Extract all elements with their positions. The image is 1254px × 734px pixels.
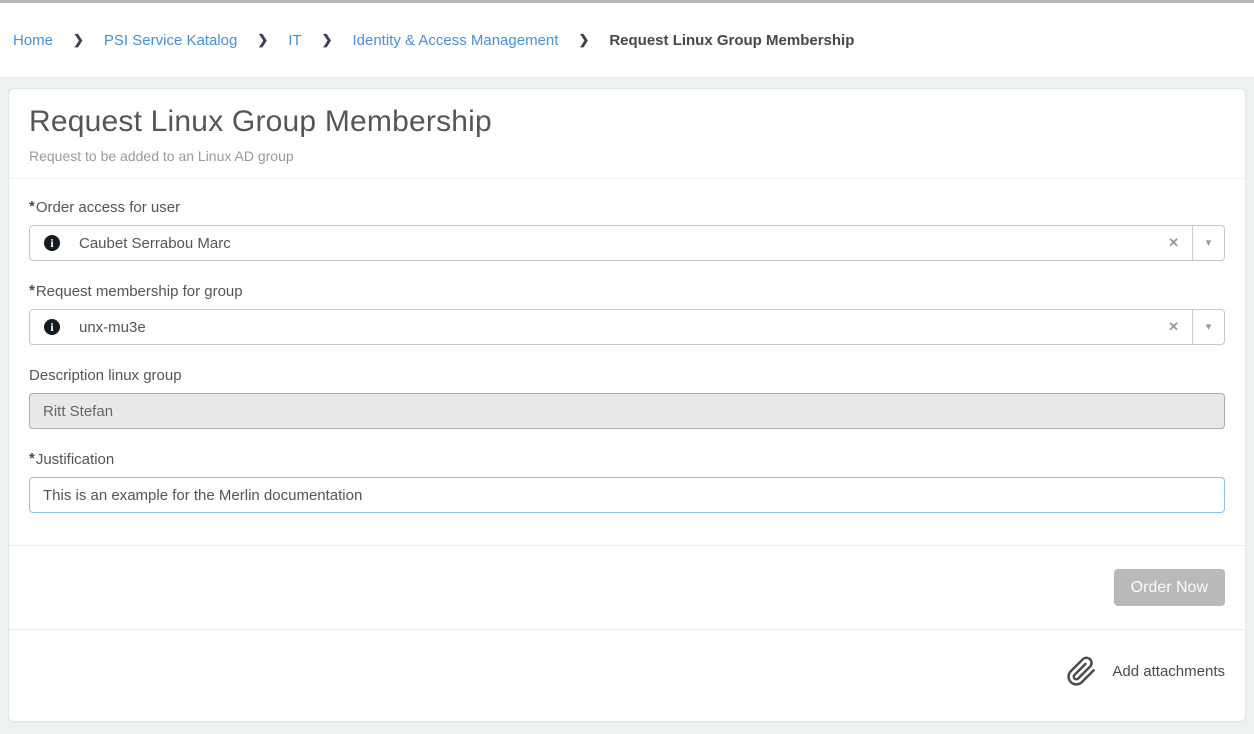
request-form-card: Request Linux Group Membership Request t… [8, 88, 1246, 722]
user-select[interactable]: i Caubet Serrabou Marc ✕ ▾ [29, 225, 1225, 261]
group-select[interactable]: i unx-mu3e ✕ ▾ [29, 309, 1225, 345]
add-attachments-button[interactable]: Add attachments [1066, 656, 1225, 687]
field-label: *Order access for user [29, 199, 1225, 216]
breadcrumb: Home ❯ PSI Service Katalog ❯ IT ❯ Identi… [0, 3, 1254, 78]
field-label: *Justification [29, 451, 1225, 468]
info-icon[interactable]: i [44, 235, 60, 251]
chevron-right-icon: ❯ [73, 32, 84, 48]
chevron-down-icon: ▾ [1206, 322, 1212, 333]
chevron-right-icon: ❯ [257, 32, 268, 48]
field-label-text: Justification [36, 451, 114, 468]
user-select-value: Caubet Serrabou Marc [79, 235, 1155, 252]
field-description-linux-group: Description linux group [29, 367, 1225, 429]
required-marker: * [29, 282, 35, 299]
description-linux-group-input [29, 393, 1225, 429]
required-marker: * [29, 450, 35, 467]
breadcrumb-link-it[interactable]: IT [288, 32, 301, 49]
clear-icon[interactable]: ✕ [1155, 235, 1192, 251]
breadcrumb-link-psi-service-katalog[interactable]: PSI Service Katalog [104, 32, 237, 49]
select-caret-button[interactable]: ▾ [1192, 226, 1224, 260]
field-label-text: Request membership for group [36, 283, 243, 300]
info-icon[interactable]: i [44, 319, 60, 335]
field-label-text: Description linux group [29, 367, 182, 384]
form-actions: Order Now [9, 545, 1245, 629]
breadcrumb-link-home[interactable]: Home [13, 32, 53, 49]
field-label-text: Order access for user [36, 199, 180, 216]
clear-icon[interactable]: ✕ [1155, 319, 1192, 335]
field-label: Description linux group [29, 367, 1225, 384]
field-label: *Request membership for group [29, 283, 1225, 300]
breadcrumb-link-identity-access-management[interactable]: Identity & Access Management [352, 32, 558, 49]
chevron-right-icon: ❯ [322, 32, 333, 48]
select-caret-button[interactable]: ▾ [1192, 310, 1224, 344]
field-request-membership-for-group: *Request membership for group i unx-mu3e… [29, 283, 1225, 345]
required-marker: * [29, 198, 35, 215]
field-justification: *Justification [29, 451, 1225, 513]
order-now-button[interactable]: Order Now [1114, 569, 1225, 606]
chevron-down-icon: ▾ [1206, 238, 1212, 249]
attachments-section: Add attachments [9, 629, 1245, 721]
form-body: *Order access for user i Caubet Serrabou… [9, 179, 1245, 545]
justification-input[interactable] [29, 477, 1225, 513]
card-header: Request Linux Group Membership Request t… [9, 89, 1245, 179]
group-select-value: unx-mu3e [79, 319, 1155, 336]
add-attachments-label: Add attachments [1112, 663, 1225, 680]
chevron-right-icon: ❯ [578, 32, 589, 48]
paperclip-icon [1066, 656, 1097, 687]
field-order-access-for-user: *Order access for user i Caubet Serrabou… [29, 199, 1225, 261]
breadcrumb-current-page: Request Linux Group Membership [609, 32, 854, 49]
page-subtitle: Request to be added to an Linux AD group [29, 148, 1225, 164]
page-title: Request Linux Group Membership [29, 105, 1225, 139]
